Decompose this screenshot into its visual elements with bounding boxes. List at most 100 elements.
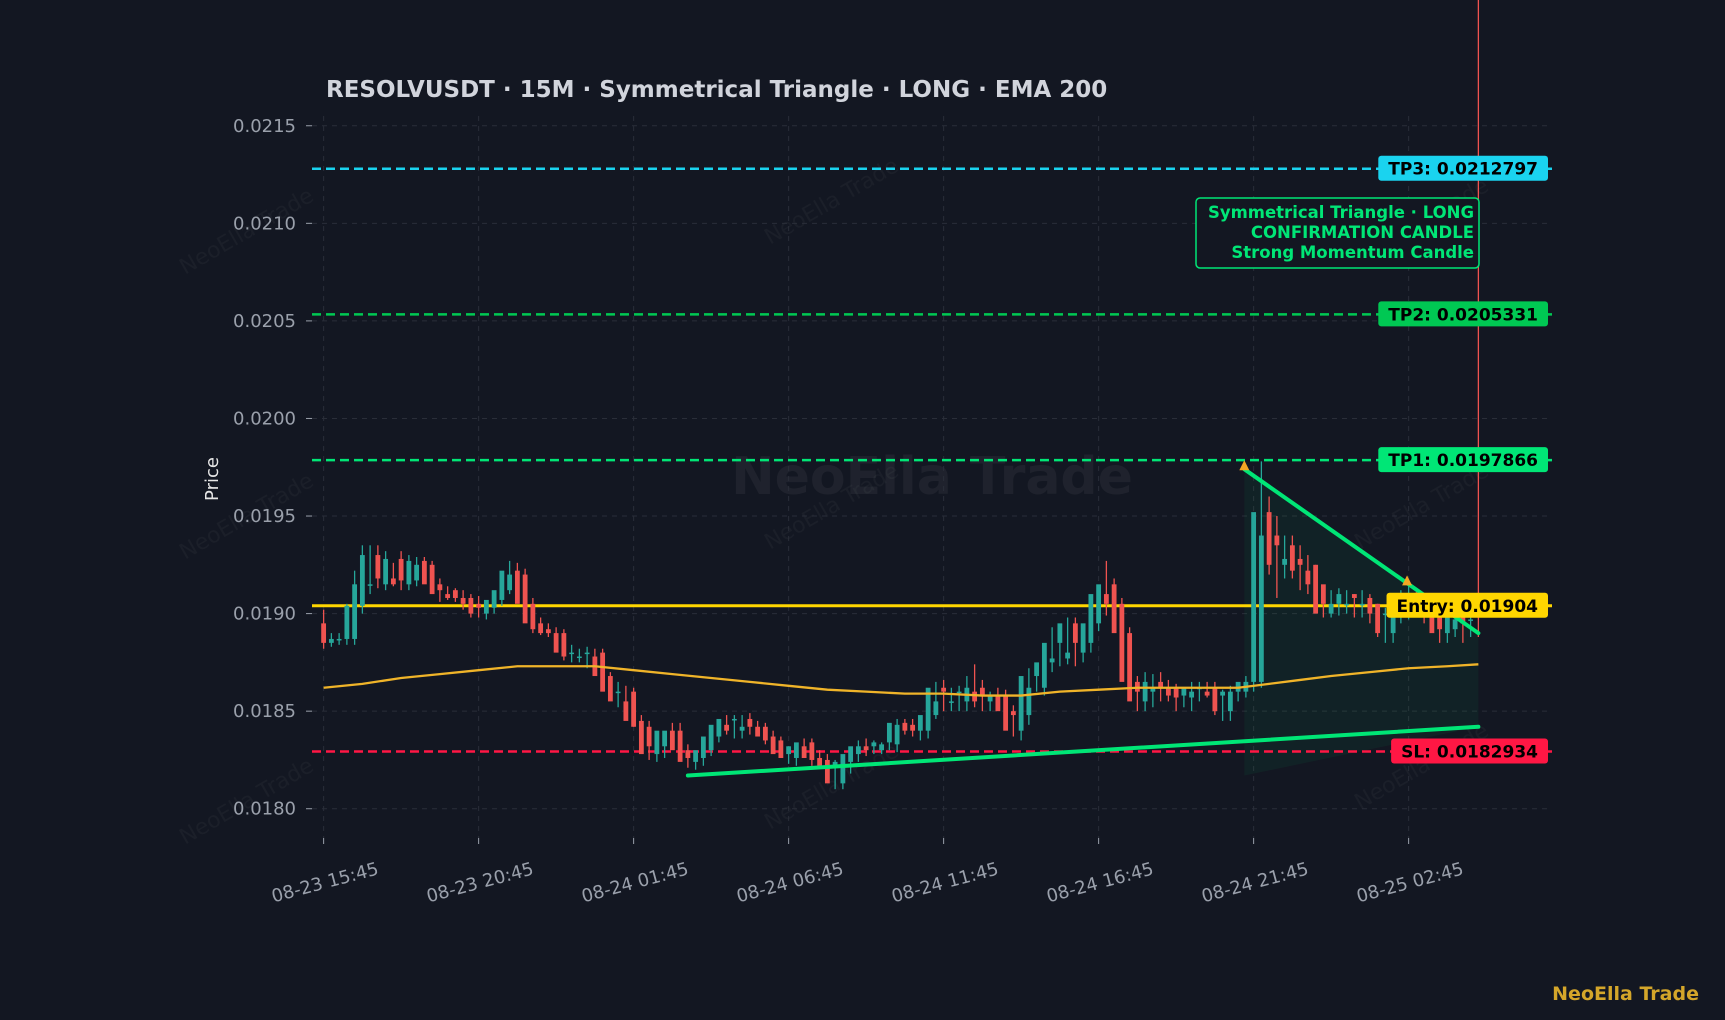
candle-bullish <box>662 730 668 747</box>
candle-bearish <box>770 736 776 755</box>
candle-bullish <box>406 560 412 585</box>
candlestick-chart: NeoElla Trade NeoElla TradeNeoElla Trade N… <box>202 0 1699 1005</box>
candle-bullish <box>1026 687 1032 716</box>
candle-bearish <box>817 757 823 766</box>
candle-bearish <box>1165 687 1171 696</box>
x-tick-label: 08-23 20:45 <box>424 859 536 908</box>
candle-bearish <box>646 726 652 747</box>
candle-bearish <box>390 578 396 585</box>
candle-bullish <box>1065 652 1071 659</box>
candle-bearish <box>1173 687 1179 698</box>
candle-bearish <box>995 695 1001 712</box>
y-tick-label: 0.0180 <box>233 799 296 820</box>
candle-bearish <box>638 720 644 755</box>
pattern-annotation: Symmetrical Triangle · LONGCONFIRMATION … <box>1195 197 1480 269</box>
candle-bullish <box>1080 623 1086 653</box>
candle-bearish <box>600 652 606 692</box>
candle-bullish <box>328 638 334 643</box>
candle-bullish <box>576 656 582 659</box>
candle-bearish <box>1289 545 1295 571</box>
candle-bullish <box>731 718 737 721</box>
candle-bullish <box>917 715 923 731</box>
candle-bearish <box>1204 691 1210 696</box>
brand-logo: NeoElla Trade <box>1552 983 1699 1005</box>
candle-bearish <box>1297 558 1303 565</box>
candle-bearish <box>910 724 916 731</box>
candle-bearish <box>437 584 443 591</box>
watermark-center: NeoElla Trade <box>731 447 1133 507</box>
candle-bullish <box>879 744 885 751</box>
candle-bearish <box>1266 512 1272 565</box>
candle-bearish <box>972 691 978 702</box>
annotation-line: Strong Momentum Candle <box>1231 243 1474 262</box>
candle-bearish <box>623 701 629 721</box>
candle-bearish <box>1212 687 1218 712</box>
candle-bearish <box>669 730 675 751</box>
candle-bearish <box>1367 597 1373 614</box>
pivot-marker <box>1239 460 1250 471</box>
x-tick-label: 08-24 11:45 <box>889 859 1001 908</box>
candle-bullish <box>352 584 358 639</box>
candle-bearish <box>321 623 327 643</box>
candle-bullish <box>491 590 497 608</box>
candle-bearish <box>460 597 466 604</box>
candle-bullish <box>1328 603 1334 614</box>
candle-bullish <box>1049 658 1055 663</box>
candle-bullish <box>1041 642 1047 688</box>
candle-bullish <box>383 558 389 585</box>
candle-bullish <box>1018 676 1024 731</box>
annotation-line: CONFIRMATION CANDLE <box>1251 223 1474 242</box>
candle-bullish <box>786 746 792 755</box>
level-label-entry: Entry: 0.01904 <box>1397 597 1539 617</box>
y-tick-label: 0.0210 <box>233 213 296 234</box>
chart-title: RESOLVUSDT · 15M · Symmetrical Triangle … <box>326 77 1107 103</box>
candle-bearish <box>863 746 869 751</box>
candle-bearish <box>902 722 908 731</box>
candle-bullish <box>615 691 621 694</box>
candle-bullish <box>1088 594 1094 643</box>
candle-bullish <box>1096 584 1102 624</box>
candle-bullish <box>848 746 854 762</box>
y-axis-label: Price <box>202 457 223 501</box>
candle-bearish <box>1351 594 1357 598</box>
candle-bullish <box>886 722 892 743</box>
candle-bearish <box>1111 584 1117 634</box>
candle-bullish <box>1359 603 1365 606</box>
candle-bullish <box>933 701 939 716</box>
y-tick-label: 0.0205 <box>233 311 296 332</box>
candle-bearish <box>1072 623 1078 643</box>
candle-bullish <box>708 724 714 751</box>
candle-bullish <box>367 584 373 586</box>
candle-bullish <box>1258 535 1264 682</box>
candle-bearish <box>809 742 815 760</box>
candle-bullish <box>344 605 350 639</box>
candle-bullish <box>948 701 954 703</box>
annotation-line: Symmetrical Triangle · LONG <box>1208 203 1474 222</box>
candle-bearish <box>1320 584 1326 604</box>
x-tick-label: 08-24 16:45 <box>1044 859 1156 908</box>
candle-bullish <box>584 652 590 655</box>
candle-bullish <box>1282 558 1288 565</box>
candle-bullish <box>1189 691 1195 698</box>
candle-bearish <box>1119 603 1125 682</box>
candle-bullish <box>654 730 660 755</box>
candle-bearish <box>514 570 520 604</box>
x-axis-ticks: 08-23 15:45 08-23 20:45 08-24 01:45 08-24 0… <box>269 838 1466 907</box>
x-tick-label: 08-25 02:45 <box>1354 859 1466 908</box>
candle-bullish <box>1220 691 1226 696</box>
candle-bullish <box>359 555 365 606</box>
candle-bearish <box>941 687 947 692</box>
candle-bullish <box>1468 619 1474 621</box>
candle-bearish <box>801 746 807 758</box>
candle-bearish <box>1313 564 1319 614</box>
candle-bearish <box>445 594 451 598</box>
candle-bearish <box>561 633 567 657</box>
candle-bearish <box>452 590 458 598</box>
candle-bearish <box>724 724 730 731</box>
candle-bearish <box>1274 535 1280 546</box>
candle-bearish <box>522 574 528 624</box>
candle-bearish <box>1003 695 1009 731</box>
y-tick-label: 0.0200 <box>233 408 296 429</box>
candle-bullish <box>1181 687 1187 696</box>
candle-bearish <box>1127 633 1133 702</box>
